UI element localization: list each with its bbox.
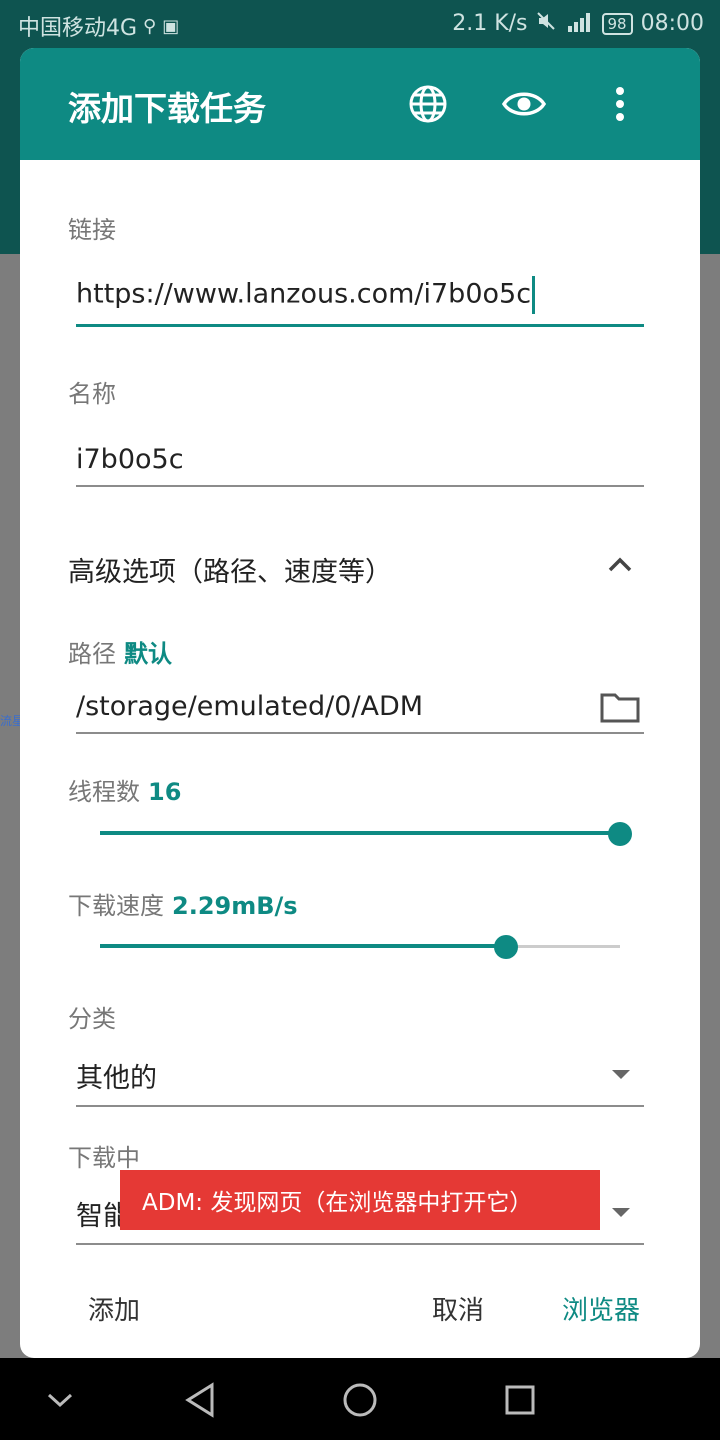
toast-message: ADM: 发现网页（在浏览器中打开它）	[120, 1170, 600, 1230]
dialog-header: 添加下载任务	[20, 48, 700, 160]
status-bar: 中国移动4G ⚲ ▣ 2.1 K/s 98 08:00	[0, 0, 720, 48]
threads-slider[interactable]	[100, 814, 632, 854]
speed-label-text: 下载速度	[68, 892, 164, 920]
hide-nav-icon[interactable]	[36, 1376, 84, 1424]
signal-icon	[564, 10, 594, 37]
network-speed: 2.1 K/s	[452, 11, 528, 36]
speed-label: 下载速度 2.29mB/s	[68, 886, 298, 921]
name-input[interactable]: i7b0o5c	[76, 444, 644, 487]
slider-thumb[interactable]	[608, 822, 632, 846]
path-label: 路径 默认	[68, 634, 172, 669]
slider-fill	[100, 944, 506, 948]
more-vert-icon[interactable]	[596, 80, 644, 128]
recents-icon[interactable]	[496, 1376, 544, 1424]
globe-icon[interactable]	[404, 80, 452, 128]
clock: 08:00	[640, 11, 704, 36]
path-label-text: 路径	[68, 640, 116, 668]
path-input[interactable]: /storage/emulated/0/ADM	[76, 691, 644, 734]
dropdown-arrow-icon	[612, 1070, 630, 1079]
name-value: i7b0o5c	[76, 444, 184, 475]
threads-label-text: 线程数	[68, 778, 140, 806]
activity-icon: ▣	[162, 15, 180, 37]
chevron-up-icon[interactable]	[604, 548, 636, 580]
category-label: 分类	[68, 1005, 116, 1033]
link-label: 链接	[68, 216, 116, 244]
add-download-dialog: 添加下载任务 链接 https://www.lanzous.com/i7b0o5…	[20, 48, 700, 1358]
text-caret	[532, 276, 536, 314]
add-button[interactable]: 添加	[88, 1290, 140, 1327]
carrier-label: 中国移动4G	[18, 16, 138, 41]
threads-value: 16	[148, 778, 182, 806]
advanced-options-toggle[interactable]: 高级选项（路径、速度等）	[68, 550, 392, 589]
speed-slider[interactable]	[100, 927, 620, 967]
slider-fill	[100, 831, 620, 835]
link-value: https://www.lanzous.com/i7b0o5c	[76, 278, 532, 310]
speed-value: 2.29mB/s	[172, 892, 298, 920]
battery-indicator: 98	[601, 12, 633, 35]
home-icon[interactable]	[336, 1376, 384, 1424]
back-icon[interactable]	[176, 1376, 224, 1424]
slider-thumb[interactable]	[494, 935, 518, 959]
mute-icon	[536, 11, 556, 36]
path-value: /storage/emulated/0/ADM	[76, 691, 424, 722]
usb-icon: ⚲	[143, 15, 157, 37]
path-default-link[interactable]: 默认	[124, 640, 172, 668]
dropdown-arrow-icon	[612, 1208, 630, 1217]
eye-icon[interactable]	[500, 80, 548, 128]
category-dropdown[interactable]: 其他的	[76, 1056, 644, 1107]
threads-label: 线程数 16	[68, 772, 181, 807]
link-input[interactable]: https://www.lanzous.com/i7b0o5c	[76, 276, 644, 327]
downloading-label: 下载中	[68, 1144, 140, 1172]
folder-icon[interactable]	[600, 691, 640, 730]
navigation-bar	[0, 1358, 720, 1440]
browser-button[interactable]: 浏览器	[562, 1290, 640, 1327]
category-value: 其他的	[76, 1063, 157, 1094]
cancel-button[interactable]: 取消	[432, 1290, 484, 1327]
name-label: 名称	[68, 380, 116, 408]
dialog-title: 添加下载任务	[68, 89, 266, 128]
